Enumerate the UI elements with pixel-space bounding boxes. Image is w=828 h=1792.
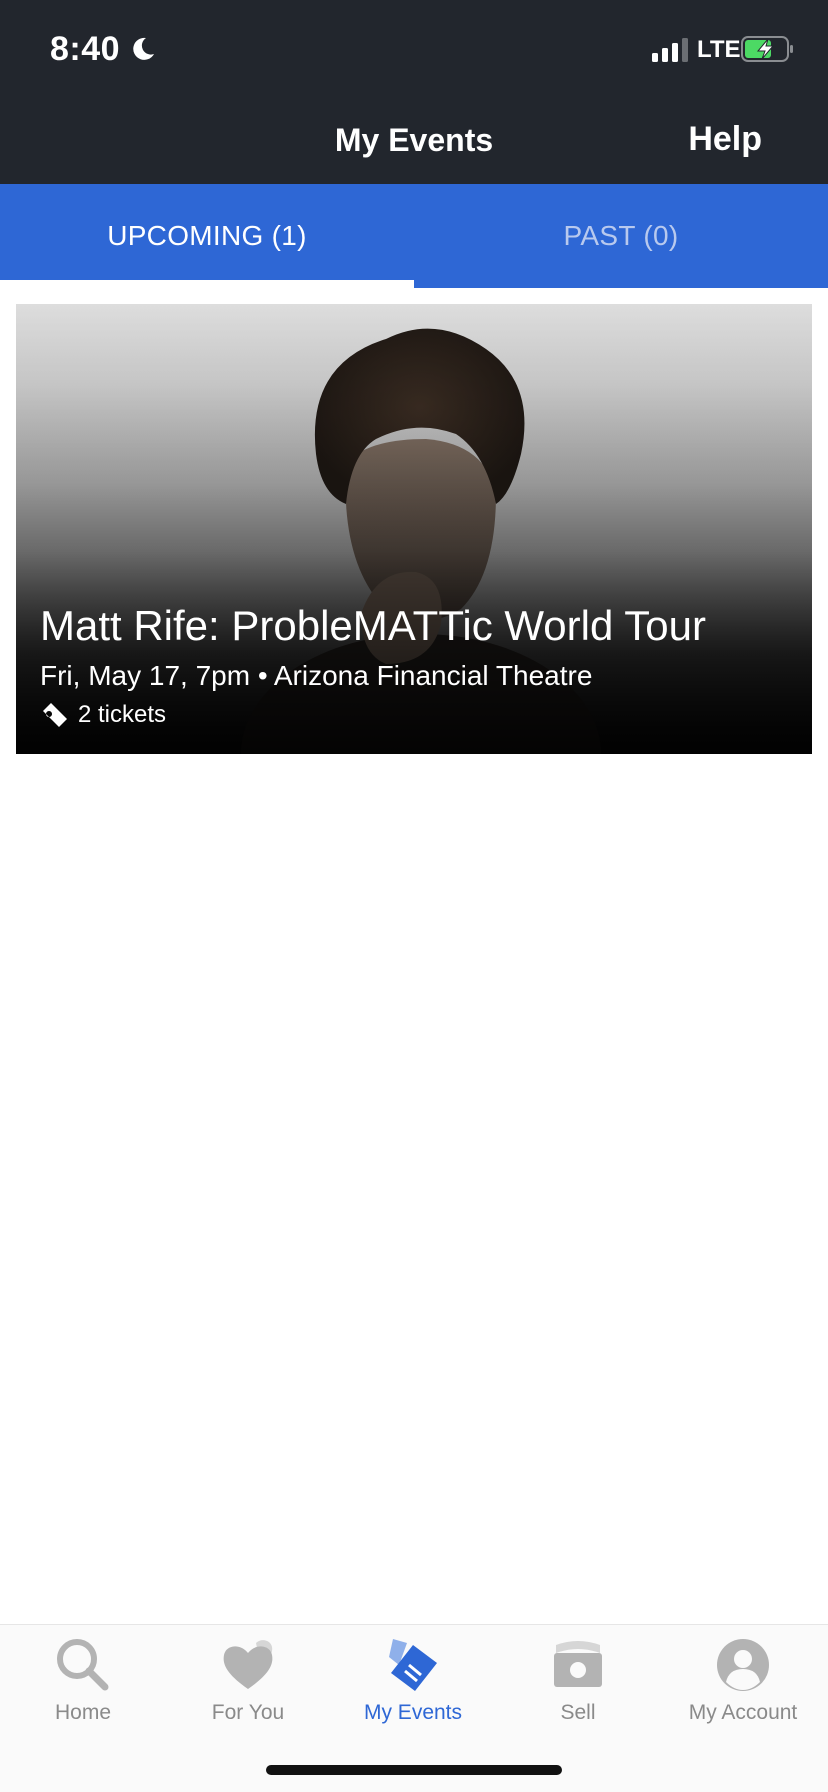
nav-my-account[interactable]: My Account bbox=[660, 1635, 826, 1743]
battery-charging-icon bbox=[741, 36, 793, 62]
home-indicator-bar bbox=[266, 1765, 562, 1775]
moon-icon bbox=[133, 37, 154, 60]
tickets-icon bbox=[389, 1639, 437, 1691]
nav-my-account-label: My Account bbox=[688, 1701, 798, 1724]
nav-home-label: Home bbox=[54, 1701, 112, 1724]
tab-past[interactable]: PAST (0) bbox=[414, 184, 828, 288]
nav-sell[interactable]: Sell bbox=[495, 1635, 661, 1743]
account-icon bbox=[717, 1639, 769, 1691]
event-ticket-count: 2 tickets bbox=[40, 700, 166, 730]
ticket-icon bbox=[43, 703, 67, 727]
nav-my-events[interactable]: My Events bbox=[330, 1635, 496, 1743]
event-card[interactable]: Matt Rife: ProbleMATTic World Tour Fri, … bbox=[16, 304, 812, 754]
tab-upcoming[interactable]: UPCOMING (1) bbox=[0, 184, 414, 288]
event-title: Matt Rife: ProbleMATTic World Tour bbox=[40, 602, 706, 649]
network-label: LTE bbox=[697, 36, 741, 63]
top-bar: 8:40 LTE My Events Help bbox=[0, 0, 828, 184]
event-tabs: UPCOMING (1) PAST (0) bbox=[0, 184, 828, 288]
my-events-screen: 8:40 LTE My Events Help UPCOMING (1) PAS… bbox=[0, 0, 828, 1792]
nav-sell-label: Sell bbox=[560, 1701, 596, 1724]
nav-home[interactable]: Home bbox=[0, 1635, 166, 1743]
signal-icon bbox=[652, 38, 688, 62]
event-date-venue: Fri, May 17, 7pm • Arizona Financial The… bbox=[40, 660, 593, 691]
help-button[interactable]: Help bbox=[688, 120, 762, 159]
nav-for-you-label: For You bbox=[211, 1701, 285, 1724]
status-time: 8:40 bbox=[50, 30, 121, 68]
ticket-count-label: 2 tickets bbox=[78, 701, 167, 728]
nav-my-events-label: My Events bbox=[363, 1701, 463, 1724]
money-icon bbox=[554, 1641, 602, 1687]
nav-for-you[interactable]: For You bbox=[165, 1635, 331, 1743]
active-tab-indicator bbox=[0, 280, 414, 288]
heart-icon bbox=[223, 1640, 273, 1689]
search-icon bbox=[57, 1639, 109, 1691]
